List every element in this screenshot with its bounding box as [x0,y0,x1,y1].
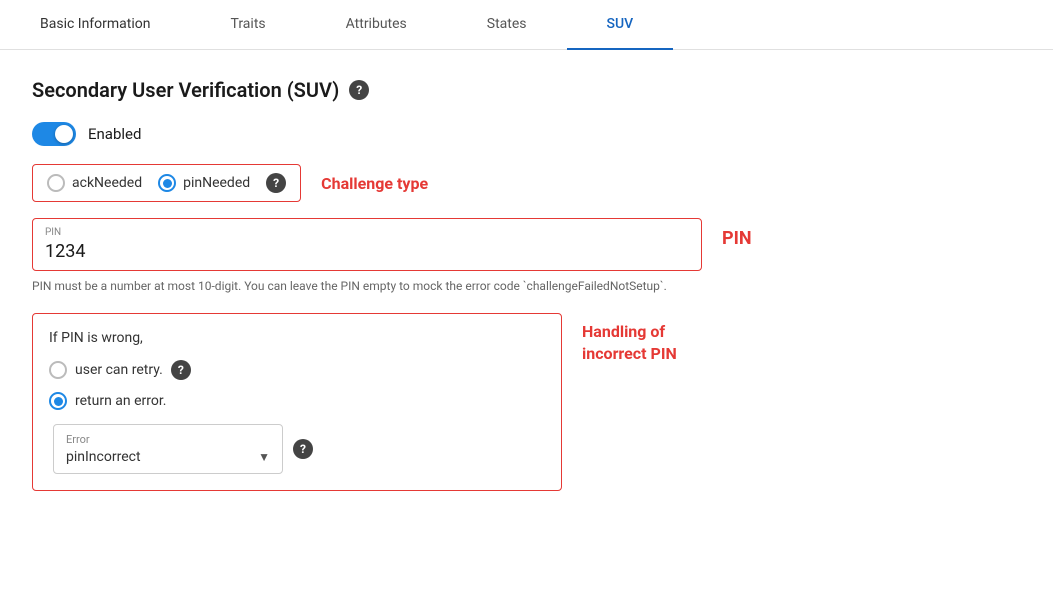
pin-section: PIN 1234 PIN PIN must be a number at mos… [32,218,1021,295]
pin-hint: PIN must be a number at most 10-digit. Y… [32,277,1021,295]
error-help-icon[interactable]: ? [293,439,313,459]
radio-pinneeded-inner [163,179,172,188]
pin-value[interactable]: 1234 [45,241,689,262]
incorrect-pin-section: If PIN is wrong, user can retry. ? retur… [32,313,1021,491]
tab-bar: Basic Information Traits Attributes Stat… [0,0,1053,50]
radio-option-pinneeded[interactable]: pinNeeded [158,174,250,192]
pin-label: PIN [722,228,752,249]
retry-radio [49,361,67,379]
return-error-option[interactable]: return an error. [49,392,545,410]
content-area: Secondary User Verification (SUV) ? Enab… [0,50,1053,519]
tab-states[interactable]: States [447,0,567,50]
radio-ackneeded-label: ackNeeded [72,175,142,191]
enabled-toggle-row: Enabled [32,122,1021,146]
incorrect-pin-title: If PIN is wrong, [49,330,545,346]
return-error-radio-inner [54,397,63,406]
enabled-label: Enabled [88,125,141,143]
challenge-type-radio-box: ackNeeded pinNeeded ? [32,164,301,202]
challenge-type-help-icon[interactable]: ? [266,173,286,193]
error-field-label: Error [66,433,270,446]
radio-option-ackneeded[interactable]: ackNeeded [47,174,142,192]
title-help-icon[interactable]: ? [349,80,369,100]
pin-field-wrapper: PIN 1234 [32,218,702,271]
handling-label: Handling ofincorrect PIN [582,321,677,366]
retry-option[interactable]: user can retry. ? [49,360,545,380]
incorrect-pin-box: If PIN is wrong, user can retry. ? retur… [32,313,562,491]
dropdown-arrow-icon: ▼ [258,450,270,464]
return-error-radio [49,392,67,410]
error-field-value: pinIncorrect ▼ [66,449,270,465]
enabled-toggle[interactable] [32,122,76,146]
error-value: pinIncorrect [66,449,141,465]
radio-pinneeded-outer [158,174,176,192]
challenge-type-label: Challenge type [321,174,428,193]
pin-field-label: PIN [45,227,689,238]
error-dropdown-row: Error pinIncorrect ▼ ? [53,424,545,474]
section-title: Secondary User Verification (SUV) ? [32,78,1021,102]
radio-pinneeded-label: pinNeeded [183,175,250,191]
tab-traits[interactable]: Traits [191,0,306,50]
retry-help-icon[interactable]: ? [171,360,191,380]
section-title-text: Secondary User Verification (SUV) [32,78,339,102]
retry-label: user can retry. [75,362,163,378]
return-error-label: return an error. [75,393,166,409]
main-container: Basic Information Traits Attributes Stat… [0,0,1053,601]
radio-ackneeded-outer [47,174,65,192]
tab-basic-information[interactable]: Basic Information [0,0,191,50]
tab-attributes[interactable]: Attributes [306,0,447,50]
error-field[interactable]: Error pinIncorrect ▼ [53,424,283,474]
tab-suv[interactable]: SUV [567,0,674,50]
challenge-type-row: ackNeeded pinNeeded ? Challenge type [32,164,1021,202]
